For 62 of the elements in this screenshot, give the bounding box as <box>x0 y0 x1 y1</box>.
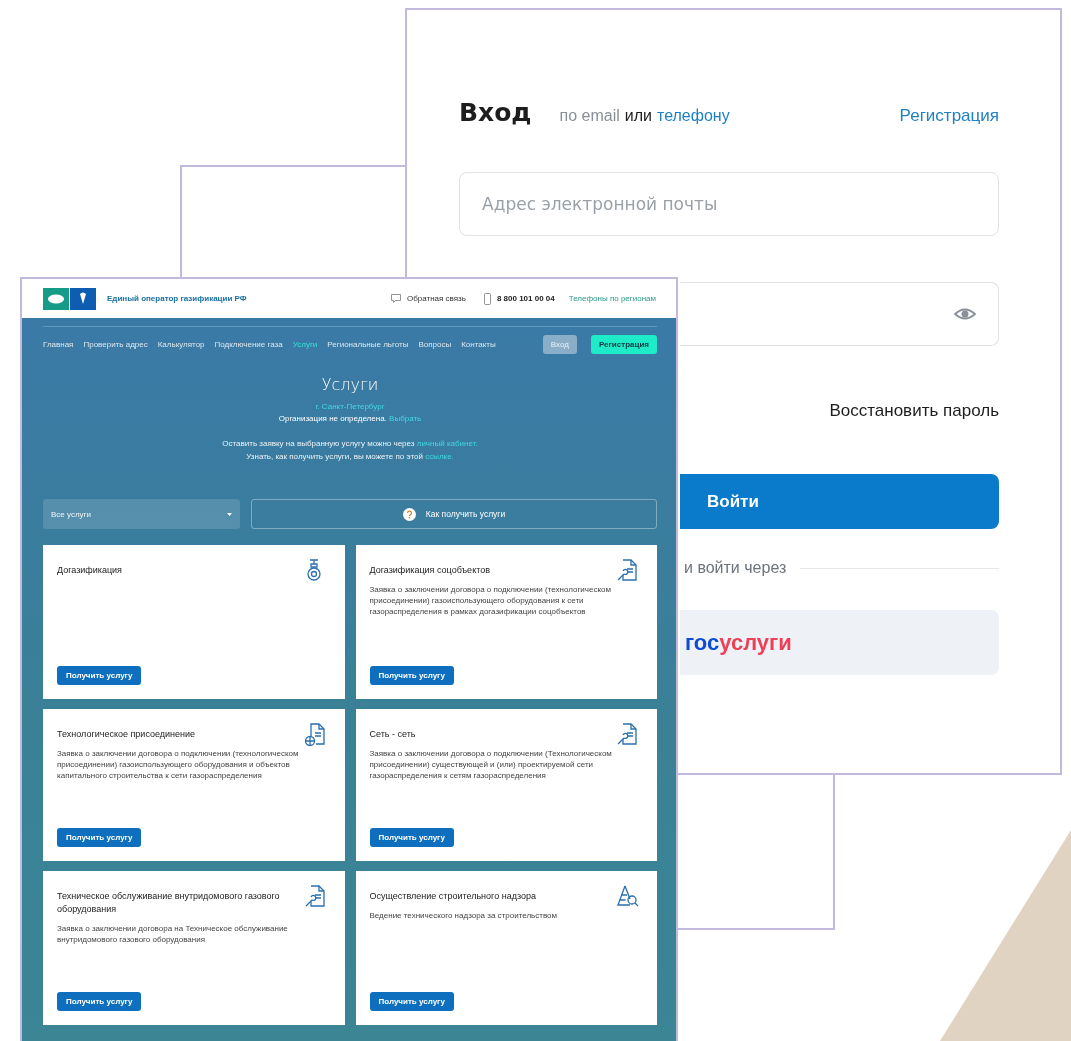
card-title: Техническое обслуживание внутридомового газового оборудования <box>57 890 281 916</box>
card-title: Догазификация <box>57 564 123 577</box>
document-globe-icon <box>303 723 327 746</box>
register-link[interactable]: Регистрация <box>899 106 999 126</box>
email-field[interactable]: Адрес электронной почты <box>459 172 999 236</box>
info-link[interactable]: личный кабинет. <box>416 439 478 448</box>
card-description: Заявка о заключении договора о подключении (технологическом присоединении) газоиспользующего оборудования и объектов капитального строительства к сети газораспределения <box>57 748 300 781</box>
info-link[interactable]: ссылке. <box>425 452 454 461</box>
card-title: Осуществление строительного надзора <box>369 890 537 903</box>
login-method-tab[interactable]: телефону <box>657 107 730 125</box>
login-button[interactable]: Войти <box>680 474 999 529</box>
card-title: Сеть - сеть <box>369 728 417 741</box>
card-description: Ведение технического надзора за строительством <box>369 910 558 921</box>
info-text: Оставить заявку на выбранную услугу можно через личный кабинет. <box>222 438 478 450</box>
how-to-get-button[interactable]: Как получить услуги <box>251 499 657 529</box>
register-button[interactable]: Регистрация <box>590 334 657 354</box>
choose-link[interactable]: Выбрать <box>389 414 422 423</box>
card-title: Технологическое присоединение <box>57 728 197 741</box>
document-wrench-icon <box>616 723 639 746</box>
chat-icon <box>390 294 401 303</box>
nav-link[interactable]: Главная <box>43 339 74 349</box>
nav-link[interactable]: Калькулятор <box>157 339 205 349</box>
password-field[interactable] <box>680 282 999 346</box>
document-wrench-icon <box>303 885 327 908</box>
question-icon <box>402 507 416 521</box>
nav-link[interactable]: Региональные льготы <box>327 339 409 349</box>
phone-icon <box>483 292 491 305</box>
nav-link[interactable]: Контакты <box>461 339 496 349</box>
login-title: Вход <box>459 98 532 127</box>
get-service-button[interactable]: Получить услугу <box>57 666 142 685</box>
separator-text: или <box>624 107 652 125</box>
get-service-button[interactable]: Получить услугу <box>57 992 142 1011</box>
get-service-button[interactable]: Получить услугу <box>369 828 454 847</box>
phone-number[interactable]: 8 800 101 00 04 <box>496 294 555 303</box>
card-title: Догазификация соцобъектов <box>369 564 491 577</box>
nav-link[interactable]: Проверить адрес <box>83 339 148 349</box>
nav-link[interactable]: Подключение газа <box>214 339 283 349</box>
card-description: Заявка о заключении договора о подключении (Технологическом присоединении) существующей и (или) проектируемой сети газораспределения к сетям газораспределения <box>369 748 613 781</box>
info-text: Узнать, как получить услуги, вы можете по этой ссылке. <box>245 451 455 463</box>
get-service-button[interactable]: Получить услугу <box>369 992 454 1011</box>
nav-link[interactable]: Услуги <box>292 339 318 349</box>
card-description: Заявка о заключении договора о подключении (технологическом присоединении) газоиспользующего оборудования к сети газораспределения в рамках догазификации соцобъектов <box>369 584 612 617</box>
get-service-button[interactable]: Получить услугу <box>369 666 454 685</box>
caret-icon <box>227 512 232 516</box>
alt-login-label: и войти через <box>684 559 787 577</box>
regional-phones-link[interactable]: Телефоны по регионам <box>568 294 656 303</box>
organization-text: Организация не определена. Выбрать <box>278 414 422 423</box>
login-button[interactable]: Вход <box>542 334 577 354</box>
gosuslugi-login-button[interactable]: госуслуги <box>680 610 999 675</box>
card-description: Заявка о заключении договора на Техническое обслуживание внутридомового газового оборудования <box>57 923 289 945</box>
site-title[interactable]: Единый оператор газификации РФ <box>107 294 247 303</box>
feedback-link[interactable]: Обратная связь <box>406 294 466 303</box>
get-service-button[interactable]: Получить услугу <box>57 828 142 847</box>
service-select[interactable]: Все услуги <box>43 499 240 529</box>
logo-drawing[interactable] <box>43 287 96 310</box>
page-title: Услуги <box>321 375 379 394</box>
city-link[interactable]: г. Санкт-Петербург <box>315 402 385 411</box>
document-wrench-icon <box>616 559 639 582</box>
login-method-tab[interactable]: по email <box>559 107 620 125</box>
restore-password-link[interactable]: Восстановить пароль <box>829 401 999 421</box>
nav-link[interactable]: Вопросы <box>418 339 452 349</box>
cone-magnifier-icon <box>616 885 639 908</box>
